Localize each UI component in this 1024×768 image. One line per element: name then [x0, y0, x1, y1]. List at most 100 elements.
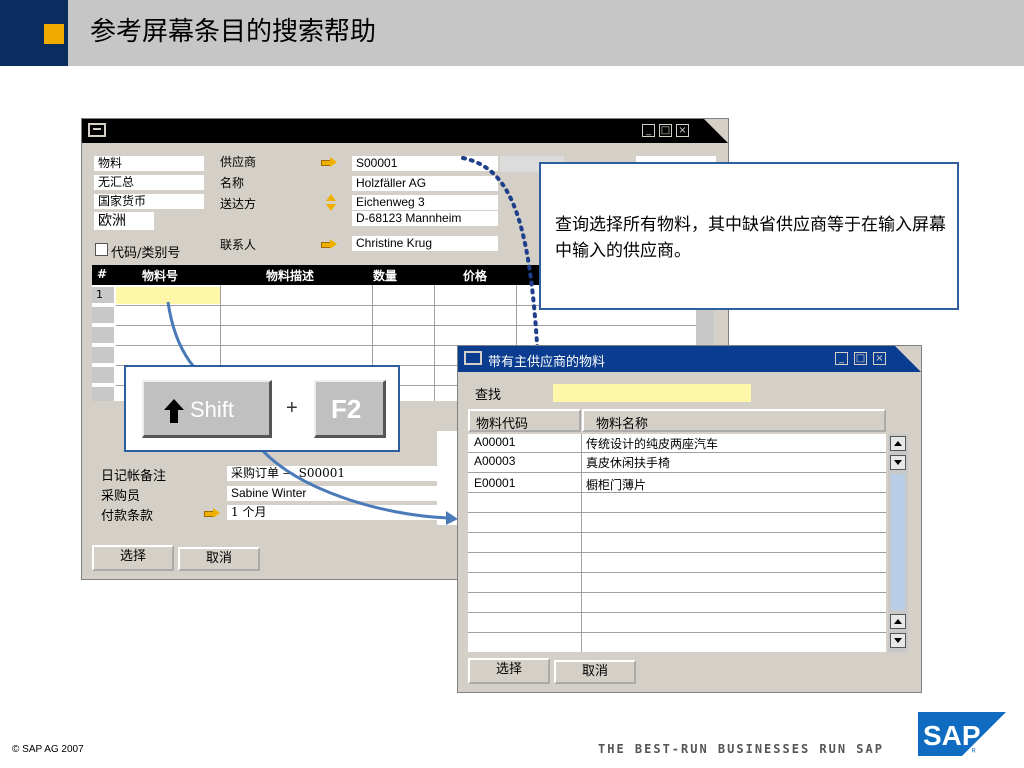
contact-label: 联系人 — [220, 238, 257, 252]
list-item[interactable]: A00003 真皮休闲扶手椅 — [468, 453, 886, 471]
popup-maximize-icon[interactable]: □ — [854, 352, 867, 365]
maximize-icon[interactable]: □ — [659, 124, 672, 137]
contact-arrow-icon[interactable] — [321, 239, 337, 249]
scroll-up-icon[interactable] — [890, 436, 906, 451]
footer-copyright: © SAP AG 2007 — [12, 744, 84, 755]
f2-key: F2 — [314, 380, 386, 438]
sap-logo-text: SAP — [923, 720, 981, 751]
ship-to-line2: D-68123 Mannheim — [352, 211, 498, 226]
popup-hline-7 — [468, 572, 886, 573]
grid-col-price: 价格 — [463, 269, 488, 283]
ship-to-line1: Eichenweg 3 — [352, 195, 498, 210]
slide-title: 参考屏幕条目的搜索帮助 — [90, 17, 377, 47]
buyer-field[interactable]: Sabine Winter — [227, 486, 437, 501]
popup-titlebar: 带有主供应商的物料 _ □ × — [458, 346, 921, 372]
left-field-region[interactable]: 欧洲 — [94, 212, 154, 230]
header-orange-square — [44, 24, 64, 44]
grid-hline-2 — [116, 325, 696, 326]
ship-to-label: 送达方 — [220, 197, 257, 211]
popup-hline-8 — [468, 592, 886, 593]
minimize-icon[interactable]: _ — [642, 124, 655, 137]
close-icon[interactable]: × — [676, 124, 689, 137]
popup-close-icon[interactable]: × — [873, 352, 886, 365]
popup-minimize-icon[interactable]: _ — [835, 352, 848, 365]
shift-key-label: Shift — [190, 397, 235, 422]
payment-terms-label: 付款条款 — [101, 509, 154, 524]
callout-text: 查询选择所有物料，其中缺省供应商等于在输入屏幕中输入的供应商。 — [555, 215, 946, 261]
grid-row-number: 1 — [96, 288, 103, 301]
popup-hline-5 — [468, 532, 886, 533]
popup-search-input[interactable] — [553, 384, 751, 402]
grid-col-index: # — [97, 267, 108, 281]
name-label: 名称 — [220, 176, 245, 190]
popup-titlebar-corner — [895, 346, 921, 372]
code-category-checkbox[interactable] — [95, 243, 108, 256]
grid-vline-3 — [434, 285, 435, 401]
grid-row-selector-4[interactable] — [92, 347, 114, 363]
shift-arrow-icon — [164, 399, 184, 423]
grid-col-description: 物料描述 — [266, 269, 315, 283]
list-item-code: E00001 — [474, 476, 516, 490]
grid-row-selector-6[interactable] — [92, 387, 114, 401]
scroll-down-icon[interactable] — [890, 455, 906, 470]
left-field-currency[interactable]: 国家货币 — [94, 194, 204, 209]
list-item-code: A00001 — [474, 435, 516, 449]
list-item-name: 真皮休闲扶手椅 — [586, 456, 671, 470]
journal-note-field[interactable]: 采购订单 — S00001 — [227, 466, 437, 481]
buyer-label: 采购员 — [101, 489, 141, 504]
material-no-cell-active[interactable] — [116, 287, 220, 304]
popup-search-label: 查找 — [475, 388, 502, 403]
popup-select-button[interactable]: 选择 — [468, 658, 550, 684]
left-field-material[interactable]: 物料 — [94, 156, 204, 171]
footer-tagline: THE BEST-RUN BUSINESSES RUN SAP — [598, 742, 884, 756]
popup-col-name-label: 物料名称 — [596, 417, 649, 432]
name-field: Holzfäller AG — [352, 176, 498, 191]
vendor-label: 供应商 — [220, 155, 257, 169]
grid-row-selector-5[interactable] — [92, 367, 114, 383]
window-menu-icon[interactable] — [88, 123, 106, 137]
vendor-arrow-icon[interactable] — [321, 157, 337, 167]
list-item-name: 橱柜门薄片 — [586, 478, 647, 492]
list-item[interactable]: E00001 橱柜门薄片 — [468, 475, 886, 493]
popup-hline-9 — [468, 612, 886, 613]
popup-scrollbar[interactable] — [888, 434, 908, 652]
scroll-page-down-icon[interactable] — [890, 633, 906, 648]
popup-hline-4 — [468, 512, 886, 513]
list-item[interactable]: A00001 传统设计的纯皮两座汽车 — [468, 434, 886, 452]
contact-field[interactable]: Christine Krug — [352, 236, 498, 251]
left-field-no-summary[interactable]: 无汇总 — [94, 175, 204, 190]
payment-terms-field[interactable]: 1 个月 — [227, 505, 437, 520]
scroll-thumb[interactable] — [891, 474, 905, 610]
grid-col-material-no: 物料号 — [142, 269, 179, 283]
popup-col-name[interactable]: 物料名称 — [582, 409, 886, 432]
list-item-name: 传统设计的纯皮两座汽车 — [586, 437, 719, 451]
svg-text:R: R — [972, 749, 977, 755]
ship-to-updown-icon[interactable] — [326, 194, 336, 212]
payment-terms-arrow-icon[interactable] — [204, 508, 220, 518]
list-item-code: A00003 — [474, 454, 516, 468]
grid-row-selector-3[interactable] — [92, 327, 114, 343]
main-cancel-button[interactable]: 取消 — [178, 547, 260, 571]
scroll-page-up-icon[interactable] — [890, 614, 906, 629]
plus-sign: + — [286, 397, 298, 419]
popup-menu-icon[interactable] — [464, 351, 482, 365]
grid-row-selector-2[interactable] — [92, 307, 114, 323]
grid-col-quantity: 数量 — [373, 269, 398, 283]
sap-logo: SAP R — [918, 712, 1006, 756]
shift-key: Shift — [142, 380, 272, 438]
popup-window: 带有主供应商的物料 _ □ × 查找 物料代码 物料名称 A00001 传统设计… — [457, 345, 922, 693]
f2-key-label: F2 — [331, 394, 362, 424]
journal-note-label: 日记帐备注 — [101, 469, 167, 484]
popup-cancel-button[interactable]: 取消 — [554, 660, 636, 684]
popup-result-list: A00001 传统设计的纯皮两座汽车 A00003 真皮休闲扶手椅 E00001… — [468, 434, 886, 652]
main-window-titlebar: _ □ × — [82, 119, 728, 143]
explanation-callout: 查询选择所有物料，其中缺省供应商等于在输入屏幕中输入的供应商。 — [539, 162, 959, 310]
grid-row-selector[interactable]: 1 — [92, 287, 114, 303]
popup-hline-6 — [468, 552, 886, 553]
popup-col-code-label: 物料代码 — [476, 417, 529, 432]
popup-hline-10 — [468, 632, 886, 633]
vendor-field[interactable]: S00001 — [352, 156, 498, 171]
popup-col-code[interactable]: 物料代码 — [468, 409, 581, 432]
code-category-label: 代码/类别号 — [111, 246, 181, 261]
main-select-button[interactable]: 选择 — [92, 545, 174, 571]
